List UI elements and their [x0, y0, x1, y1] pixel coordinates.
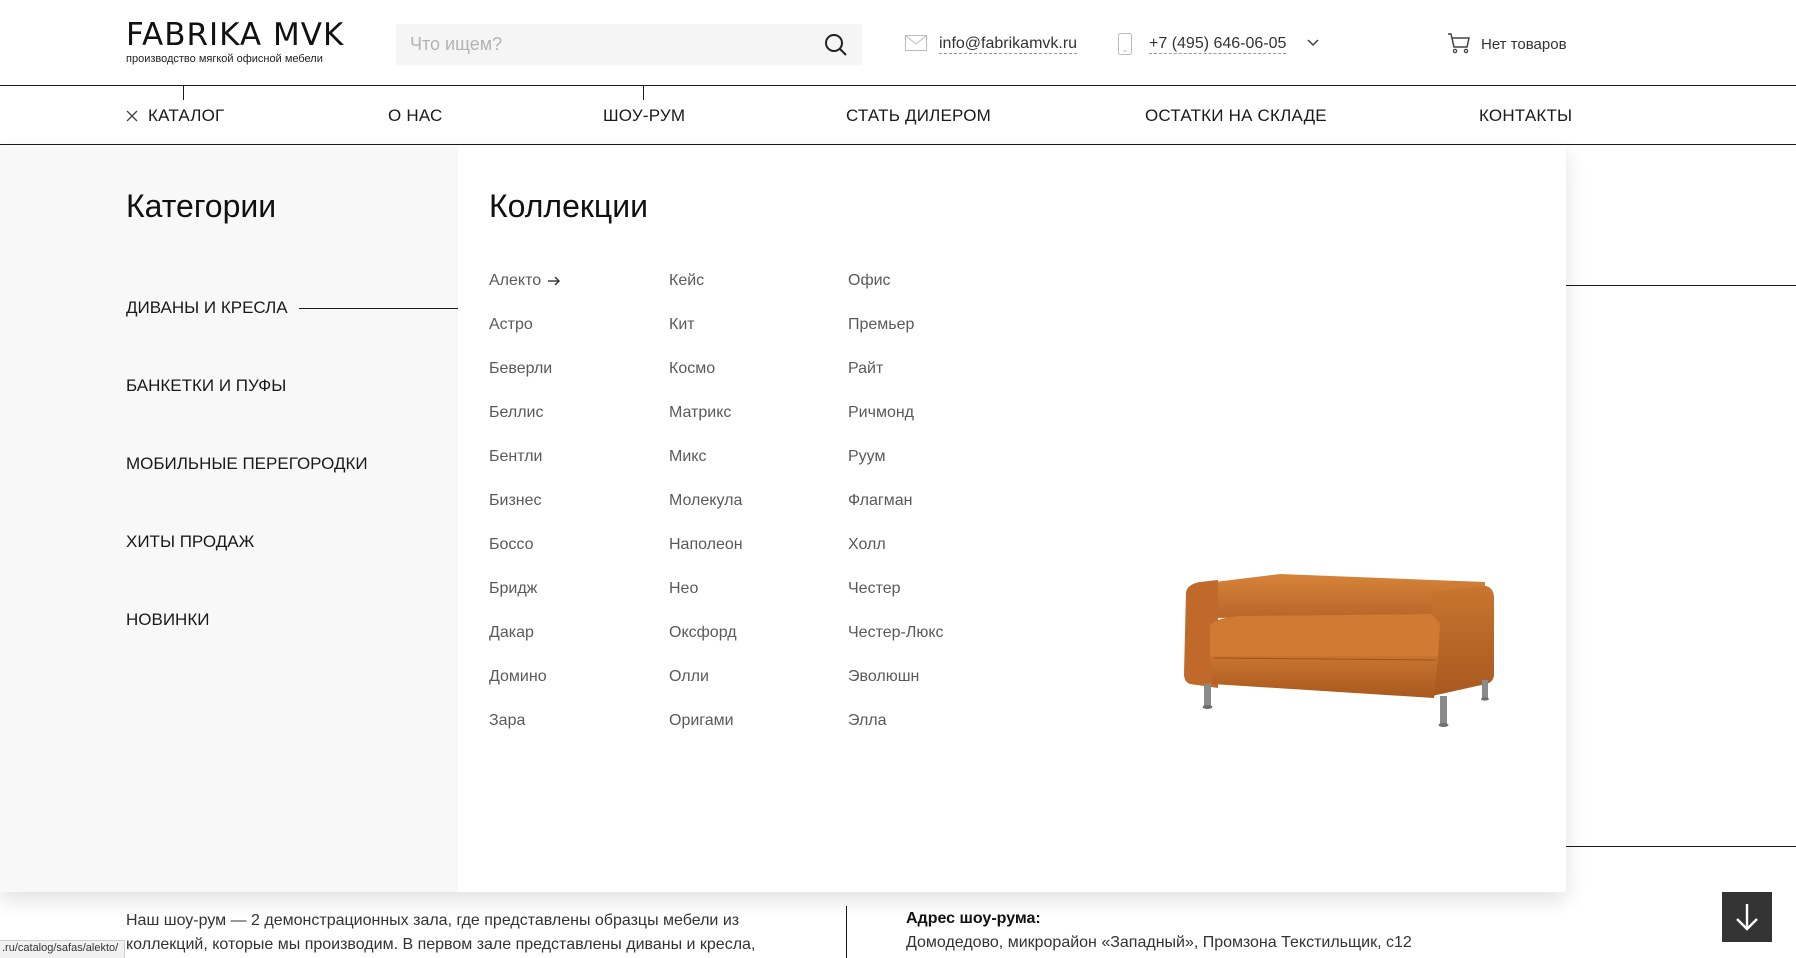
collection-item[interactable]: Руум	[848, 448, 886, 466]
page-divider	[1566, 846, 1796, 847]
collection-item[interactable]: Бизнес	[489, 492, 542, 510]
categories-panel: Категории ДИВАНЫ И КРЕСЛА БАНКЕТКИ И ПУФ…	[0, 146, 458, 892]
nav-tick	[643, 86, 644, 100]
collection-item[interactable]: Холл	[848, 536, 886, 554]
search-input[interactable]	[396, 24, 806, 65]
search-box	[396, 24, 862, 65]
collection-item[interactable]: Зара	[489, 712, 525, 730]
search-icon	[825, 34, 847, 56]
arrow-down-icon	[1736, 904, 1758, 931]
collection-preview-image	[1184, 574, 1494, 727]
collections-heading: Коллекции	[489, 188, 648, 224]
site-header: FABRIKA MVK производство мягкой офисной …	[0, 0, 1796, 86]
main-nav: КАТАЛОГ О НАС ШОУ-РУМ СТАТЬ ДИЛЕРОМ ОСТА…	[0, 86, 1796, 145]
showroom-description: Наш шоу-рум — 2 демонстрационных зала, г…	[126, 912, 756, 953]
collection-item[interactable]: Нео	[669, 580, 698, 598]
collection-item[interactable]: Матрикс	[669, 404, 731, 422]
collection-item[interactable]: Беллис	[489, 404, 543, 422]
category-new[interactable]: НОВИНКИ	[126, 610, 209, 630]
collection-label: Алекто	[489, 272, 542, 289]
collection-item[interactable]: Боссо	[489, 536, 533, 554]
collection-item[interactable]: Олли	[669, 668, 709, 686]
mail-icon	[905, 35, 927, 51]
nav-item-about[interactable]: О НАС	[388, 106, 442, 126]
scroll-down-button[interactable]	[1722, 892, 1772, 942]
collection-item[interactable]: Оксфорд	[669, 624, 737, 642]
status-bar-url: .ru/catalog/safas/alekto/	[0, 940, 126, 958]
collection-item[interactable]: Флагман	[848, 492, 912, 510]
category-sofas[interactable]: ДИВАНЫ И КРЕСЛА	[126, 298, 288, 318]
chevron-down-icon[interactable]	[1306, 38, 1320, 48]
collection-item[interactable]: Офис	[848, 272, 891, 290]
category-banquettes[interactable]: БАНКЕТКИ И ПУФЫ	[126, 376, 286, 396]
arrow-right-icon	[548, 276, 561, 286]
category-partitions[interactable]: МОБИЛЬНЫЕ ПЕРЕГОРОДКИ	[126, 454, 368, 474]
collection-item[interactable]: Астро	[489, 316, 533, 334]
nav-tick	[183, 86, 184, 100]
collection-item[interactable]: Оригами	[669, 712, 734, 730]
catalog-mega-menu: Категории ДИВАНЫ И КРЕСЛА БАНКЕТКИ И ПУФ…	[0, 146, 1566, 892]
collection-item[interactable]: Бридж	[489, 580, 537, 598]
address-text: Домодедово, микрорайон «Западный», Промз…	[906, 934, 1412, 951]
collection-item[interactable]: Райт	[848, 360, 883, 378]
phone-icon	[1118, 33, 1132, 55]
page-divider	[1566, 285, 1796, 286]
collection-item[interactable]: Алекто	[489, 272, 561, 290]
cart-icon[interactable]	[1447, 32, 1471, 54]
collection-item[interactable]: Кейс	[669, 272, 704, 290]
collection-item[interactable]: Элла	[848, 712, 887, 730]
collection-item[interactable]: Кит	[669, 316, 695, 334]
categories-heading: Категории	[126, 188, 277, 224]
collection-item[interactable]: Домино	[489, 668, 547, 686]
collection-item[interactable]: Эволюшн	[848, 668, 919, 686]
collection-item[interactable]: Беверли	[489, 360, 552, 378]
content-divider	[846, 906, 847, 958]
logo-title: FABRIKA MVK	[126, 17, 345, 53]
close-icon[interactable]	[126, 110, 138, 122]
active-category-indicator	[299, 308, 458, 309]
collection-item[interactable]: Молекула	[669, 492, 742, 510]
collection-item[interactable]: Честер	[848, 580, 901, 598]
nav-item-catalog[interactable]: КАТАЛОГ	[148, 106, 224, 126]
phone-link[interactable]: +7 (495) 646-06-05	[1149, 34, 1287, 54]
email-link[interactable]: info@fabrikamvk.ru	[939, 34, 1078, 54]
collection-item[interactable]: Космо	[669, 360, 715, 378]
collection-item[interactable]: Бентли	[489, 448, 542, 466]
collection-item[interactable]: Дакар	[489, 624, 534, 642]
collection-item[interactable]: Ричмонд	[848, 404, 914, 422]
search-button[interactable]	[824, 33, 848, 57]
address-title: Адрес шоу-рума:	[906, 910, 1041, 927]
nav-item-dealer[interactable]: СТАТЬ ДИЛЕРОМ	[846, 106, 991, 126]
category-bestsellers[interactable]: ХИТЫ ПРОДАЖ	[126, 532, 254, 552]
nav-item-stock[interactable]: ОСТАТКИ НА СКЛАДЕ	[1145, 106, 1327, 126]
nav-item-contacts[interactable]: КОНТАКТЫ	[1479, 106, 1572, 126]
collection-item[interactable]: Наполеон	[669, 536, 743, 554]
collection-item[interactable]: Честер-Люкс	[848, 624, 944, 642]
nav-item-showroom[interactable]: ШОУ-РУМ	[603, 106, 685, 126]
logo[interactable]: FABRIKA MVK производство мягкой офисной …	[126, 18, 356, 66]
collection-item[interactable]: Микс	[669, 448, 706, 466]
cart-label[interactable]: Нет товаров	[1481, 36, 1567, 53]
logo-subtitle: производство мягкой офисной мебели	[126, 53, 323, 65]
collection-item[interactable]: Премьер	[848, 316, 914, 334]
